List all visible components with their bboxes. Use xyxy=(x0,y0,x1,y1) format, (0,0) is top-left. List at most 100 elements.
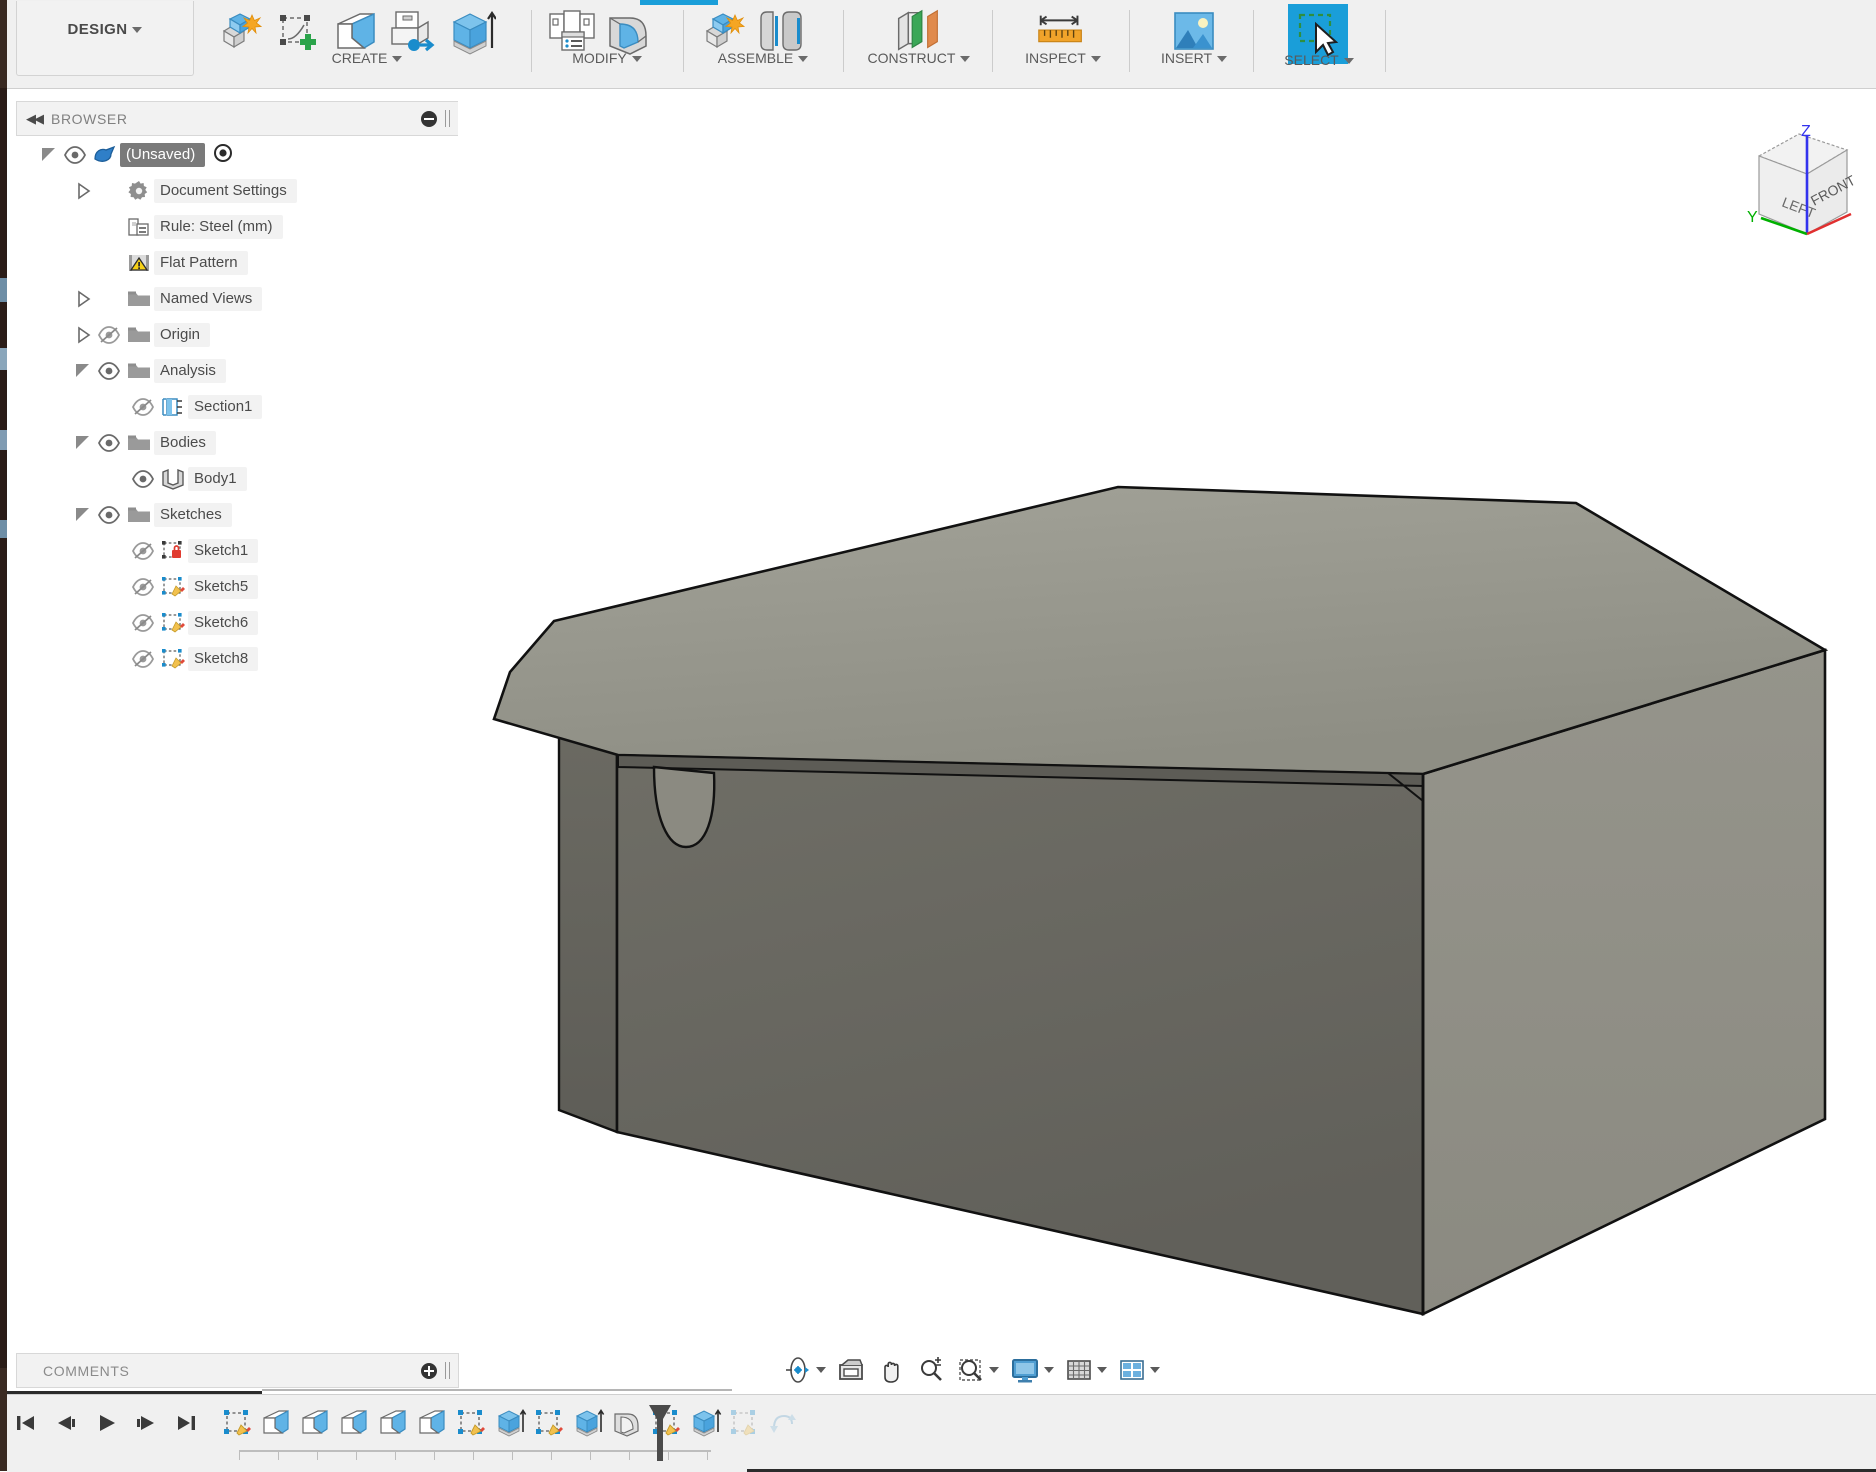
comments-panel[interactable]: COMMENTS xyxy=(16,1353,459,1388)
view-cube[interactable]: LEFT FRONT Z Y xyxy=(1731,114,1871,254)
go-to-beginning-button[interactable] xyxy=(12,1403,40,1443)
browser-node-sketches[interactable]: Sketches xyxy=(16,497,457,533)
visibility-toggle[interactable] xyxy=(128,469,158,489)
visibility-eye-icon xyxy=(132,649,154,669)
section-analysis-icon xyxy=(158,396,188,418)
browser-node-section1[interactable]: Section1 xyxy=(16,389,457,425)
timeline-extrude-1[interactable] xyxy=(490,1401,529,1445)
timeline-unfold[interactable] xyxy=(763,1401,802,1445)
flange-icon xyxy=(381,1411,405,1433)
pan-button[interactable] xyxy=(873,1350,909,1390)
zoom-window-button[interactable] xyxy=(953,1350,1002,1390)
sketch-icon xyxy=(158,612,188,634)
chevron-down-icon[interactable] xyxy=(38,146,60,164)
resize-grip-icon[interactable] xyxy=(445,110,450,127)
browser-node-document-settings[interactable]: Document Settings xyxy=(16,173,457,209)
plus-circle-icon[interactable] xyxy=(421,1363,437,1379)
timeline-sketch-3[interactable] xyxy=(529,1401,568,1445)
chevron-down-icon xyxy=(1217,56,1227,62)
timeline-sketch-2[interactable] xyxy=(451,1401,490,1445)
chevron-down-icon[interactable] xyxy=(72,362,94,380)
timeline-sketch-1[interactable] xyxy=(217,1401,256,1445)
grid-snaps-button[interactable] xyxy=(1061,1350,1110,1390)
go-to-end-button[interactable] xyxy=(172,1403,200,1443)
browser-node-body1[interactable]: Body1 xyxy=(16,461,457,497)
browser-node-rule-steel-mm[interactable]: Rule: Steel (mm) xyxy=(16,209,457,245)
browser-node-unsaved[interactable]: (Unsaved) xyxy=(16,137,457,173)
chevron-right-icon[interactable] xyxy=(72,182,94,200)
visibility-toggle[interactable] xyxy=(128,541,158,561)
toolbar-group-label-modify[interactable]: MODIFY xyxy=(537,50,677,66)
collapse-left-icon[interactable]: ◀◀ xyxy=(17,111,51,127)
folder-icon xyxy=(127,289,151,309)
browser-node-label: Sketch5 xyxy=(188,575,258,599)
fillet-icon xyxy=(610,18,646,54)
timeline-fillet-1[interactable] xyxy=(607,1401,646,1445)
viewports-button[interactable] xyxy=(1114,1350,1163,1390)
visibility-eye-icon xyxy=(132,541,154,561)
step-back-button[interactable] xyxy=(52,1403,80,1443)
visibility-toggle[interactable] xyxy=(94,433,124,453)
browser-node-label: Analysis xyxy=(154,359,226,383)
timeline-flange-3[interactable] xyxy=(334,1401,373,1445)
browser-node-analysis[interactable]: Analysis xyxy=(16,353,457,389)
step-forward-button[interactable] xyxy=(132,1403,160,1443)
timeline-bar xyxy=(7,1394,1876,1472)
visibility-toggle[interactable] xyxy=(94,361,124,381)
chevron-right-icon[interactable] xyxy=(72,326,94,344)
3d-viewport[interactable]: LEFT FRONT Z Y xyxy=(458,89,1876,1337)
timeline-flange-4[interactable] xyxy=(373,1401,412,1445)
minus-circle-icon[interactable] xyxy=(421,111,437,127)
timeline-flange-5[interactable] xyxy=(412,1401,451,1445)
visibility-toggle[interactable] xyxy=(128,613,158,633)
timeline-track[interactable] xyxy=(239,1450,711,1462)
chevron-right-icon[interactable] xyxy=(72,290,94,308)
orbit-button[interactable] xyxy=(780,1350,829,1390)
visibility-toggle[interactable] xyxy=(94,505,124,525)
browser-node-sketch6[interactable]: Sketch6 xyxy=(16,605,457,641)
unfold-icon xyxy=(392,12,432,51)
toolbar-group-label-select[interactable]: SELECT xyxy=(1259,52,1379,68)
browser-node-origin[interactable]: Origin xyxy=(16,317,457,353)
browser-node-bodies[interactable]: Bodies xyxy=(16,425,457,461)
browser-node-sketch5[interactable]: Sketch5 xyxy=(16,569,457,605)
timeline-extrude-3[interactable] xyxy=(685,1401,724,1445)
display-settings-button[interactable] xyxy=(1006,1350,1057,1390)
visibility-eye-icon xyxy=(98,325,120,345)
visibility-toggle[interactable] xyxy=(94,325,124,345)
browser-node-named-views[interactable]: Named Views xyxy=(16,281,457,317)
browser-node-flat-pattern[interactable]: Flat Pattern xyxy=(16,245,457,281)
zoom-button[interactable] xyxy=(913,1350,949,1390)
timeline-marker[interactable] xyxy=(647,1403,673,1459)
activate-radio-icon[interactable] xyxy=(213,143,233,168)
visibility-toggle[interactable] xyxy=(60,145,90,165)
browser-node-label: Document Settings xyxy=(154,179,297,203)
chevron-down-icon xyxy=(960,56,970,62)
timeline-sketch-5[interactable] xyxy=(724,1401,763,1445)
chevron-down-icon[interactable] xyxy=(72,434,94,452)
toolbar-group-label-insert[interactable]: INSERT xyxy=(1135,50,1253,66)
folder-icon xyxy=(124,289,154,309)
play-button[interactable] xyxy=(92,1403,120,1443)
toolbar-group-label-construct[interactable]: CONSTRUCT xyxy=(849,50,989,66)
resize-grip-icon[interactable] xyxy=(445,1362,450,1379)
chevron-down-icon xyxy=(132,27,142,33)
visibility-eye-icon xyxy=(98,505,120,525)
timeline-extrude-2[interactable] xyxy=(568,1401,607,1445)
browser-node-label: Bodies xyxy=(154,431,216,455)
browser-node-sketch8[interactable]: Sketch8 xyxy=(16,641,457,677)
toolbar-group-label-create[interactable]: CREATE xyxy=(207,50,527,66)
visibility-toggle[interactable] xyxy=(128,577,158,597)
look-at-button[interactable] xyxy=(833,1350,869,1390)
model-render[interactable] xyxy=(458,89,1876,1337)
visibility-toggle[interactable] xyxy=(128,649,158,669)
timeline-flange-2[interactable] xyxy=(295,1401,334,1445)
timeline-flange-1[interactable] xyxy=(256,1401,295,1445)
browser-node-sketch1[interactable]: Sketch1 xyxy=(16,533,457,569)
visibility-toggle[interactable] xyxy=(128,397,158,417)
workspace-switcher[interactable]: DESIGN xyxy=(16,1,194,76)
extrude-icon xyxy=(577,1411,604,1437)
chevron-down-icon[interactable] xyxy=(72,506,94,524)
toolbar-group-label-inspect[interactable]: INSPECT xyxy=(997,50,1129,66)
toolbar-group-label-assemble[interactable]: ASSEMBLE xyxy=(689,50,837,66)
